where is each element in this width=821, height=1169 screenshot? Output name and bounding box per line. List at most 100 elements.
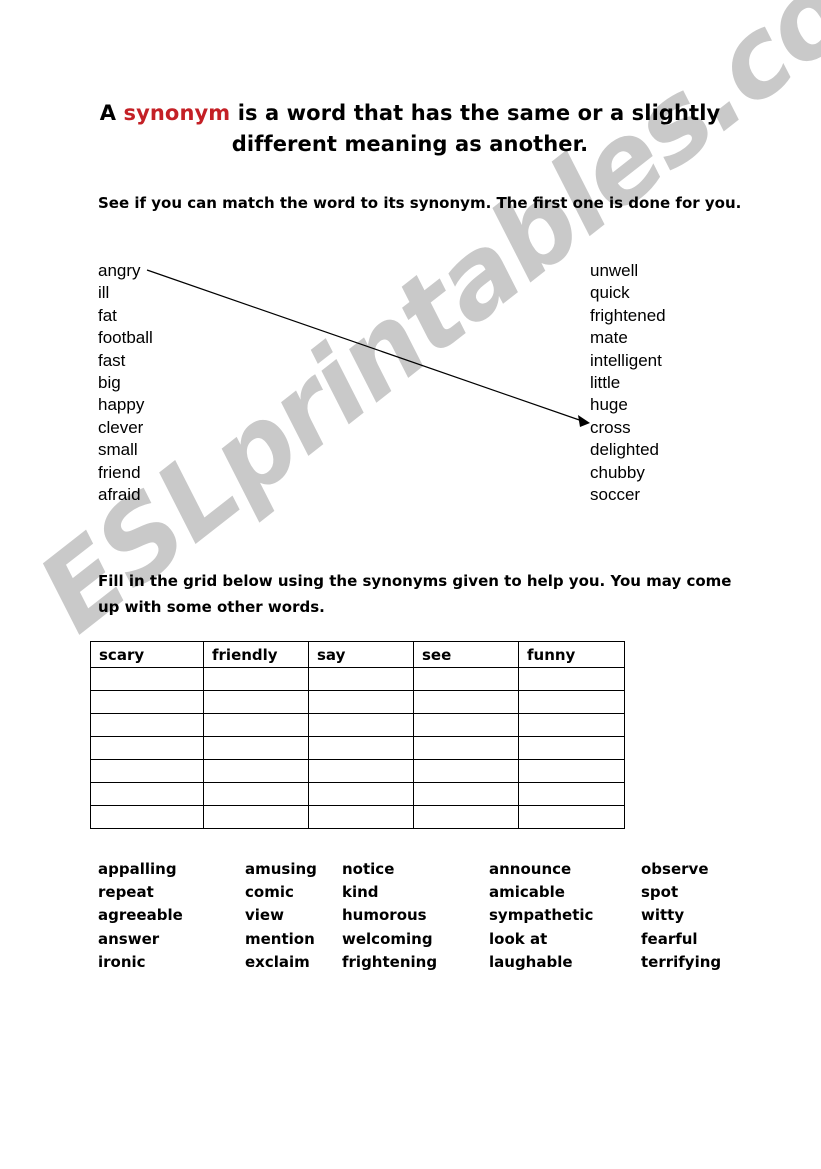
right-word[interactable]: frightened bbox=[590, 305, 666, 327]
instruction-grid-task: Fill in the grid below using the synonym… bbox=[98, 572, 732, 616]
grid-cell[interactable] bbox=[90, 667, 204, 691]
grid-row bbox=[90, 667, 625, 691]
word-bank-item[interactable]: exclaim bbox=[245, 951, 317, 974]
left-word[interactable]: fast bbox=[98, 350, 153, 372]
right-word[interactable]: delighted bbox=[590, 439, 666, 461]
grid-cell[interactable] bbox=[413, 759, 519, 783]
word-bank-column: notice kind humorous welcoming frighteni… bbox=[342, 858, 437, 974]
right-word[interactable]: soccer bbox=[590, 484, 666, 506]
word-bank-item[interactable]: fearful bbox=[641, 928, 721, 951]
word-bank-item[interactable]: repeat bbox=[98, 881, 183, 904]
left-word[interactable]: big bbox=[98, 372, 153, 394]
grid-cell[interactable] bbox=[90, 805, 204, 829]
grid-header-cell: friendly bbox=[203, 641, 309, 668]
word-bank-item[interactable]: notice bbox=[342, 858, 437, 881]
word-bank-item[interactable]: welcoming bbox=[342, 928, 437, 951]
grid-cell[interactable] bbox=[90, 713, 204, 737]
grid-cell[interactable] bbox=[413, 690, 519, 714]
right-word[interactable]: intelligent bbox=[590, 350, 666, 372]
grid-header-cell: funny bbox=[518, 641, 625, 668]
grid-header-cell: say bbox=[308, 641, 414, 668]
synonym-grid-wrapper: scary friendly say see funny bbox=[90, 641, 625, 829]
word-bank-item[interactable]: terrifying bbox=[641, 951, 721, 974]
grid-cell[interactable] bbox=[203, 759, 309, 783]
grid-cell[interactable] bbox=[203, 690, 309, 714]
grid-cell[interactable] bbox=[308, 805, 414, 829]
word-bank-column: announce amicable sympathetic look at la… bbox=[489, 858, 593, 974]
word-bank-item[interactable]: frightening bbox=[342, 951, 437, 974]
left-word[interactable]: friend bbox=[98, 462, 153, 484]
word-bank-item[interactable]: laughable bbox=[489, 951, 593, 974]
right-word[interactable]: little bbox=[590, 372, 666, 394]
grid-cell[interactable] bbox=[413, 713, 519, 737]
grid-cell[interactable] bbox=[90, 690, 204, 714]
grid-cell[interactable] bbox=[518, 713, 625, 737]
right-word[interactable]: cross bbox=[590, 417, 666, 439]
word-bank-item[interactable]: kind bbox=[342, 881, 437, 904]
grid-cell[interactable] bbox=[413, 805, 519, 829]
left-word[interactable]: happy bbox=[98, 394, 153, 416]
worksheet-content: A synonym is a word that has the same or… bbox=[0, 0, 821, 1169]
word-bank-item[interactable]: sympathetic bbox=[489, 904, 593, 927]
word-bank-item[interactable]: spot bbox=[641, 881, 721, 904]
grid-cell[interactable] bbox=[518, 690, 625, 714]
word-bank-item[interactable]: ironic bbox=[98, 951, 183, 974]
grid-row bbox=[90, 736, 625, 760]
connector-arrowhead bbox=[578, 415, 590, 427]
grid-cell[interactable] bbox=[203, 667, 309, 691]
grid-cell[interactable] bbox=[518, 805, 625, 829]
word-bank-item[interactable]: comic bbox=[245, 881, 317, 904]
word-bank-item[interactable]: witty bbox=[641, 904, 721, 927]
grid-cell[interactable] bbox=[203, 782, 309, 806]
left-word[interactable]: ill bbox=[98, 282, 153, 304]
grid-cell[interactable] bbox=[308, 667, 414, 691]
word-bank-item[interactable]: amusing bbox=[245, 858, 317, 881]
right-word[interactable]: mate bbox=[590, 327, 666, 349]
left-word[interactable]: afraid bbox=[98, 484, 153, 506]
grid-cell[interactable] bbox=[518, 736, 625, 760]
grid-cell[interactable] bbox=[203, 736, 309, 760]
left-word[interactable]: angry bbox=[98, 260, 153, 282]
left-word[interactable]: football bbox=[98, 327, 153, 349]
grid-cell[interactable] bbox=[518, 759, 625, 783]
grid-cell[interactable] bbox=[203, 805, 309, 829]
grid-cell[interactable] bbox=[308, 782, 414, 806]
grid-cell[interactable] bbox=[413, 782, 519, 806]
grid-cell[interactable] bbox=[413, 667, 519, 691]
grid-cell[interactable] bbox=[90, 782, 204, 806]
right-word[interactable]: quick bbox=[590, 282, 666, 304]
word-bank-item[interactable]: mention bbox=[245, 928, 317, 951]
grid-cell[interactable] bbox=[308, 759, 414, 783]
grid-row bbox=[90, 713, 625, 737]
grid-cell[interactable] bbox=[203, 713, 309, 737]
word-bank-item[interactable]: agreeable bbox=[98, 904, 183, 927]
left-word[interactable]: small bbox=[98, 439, 153, 461]
grid-row bbox=[90, 759, 625, 783]
word-bank-item[interactable]: announce bbox=[489, 858, 593, 881]
grid-cell[interactable] bbox=[90, 736, 204, 760]
word-bank-item[interactable]: answer bbox=[98, 928, 183, 951]
grid-cell[interactable] bbox=[413, 736, 519, 760]
right-word[interactable]: huge bbox=[590, 394, 666, 416]
word-bank-item[interactable]: look at bbox=[489, 928, 593, 951]
right-word[interactable]: chubby bbox=[590, 462, 666, 484]
worksheet-page: ESLprintables.com A synonym is a word th… bbox=[0, 0, 821, 1169]
grid-cell[interactable] bbox=[308, 690, 414, 714]
word-bank-item[interactable]: observe bbox=[641, 858, 721, 881]
word-bank-item[interactable]: amicable bbox=[489, 881, 593, 904]
word-bank-item[interactable]: appalling bbox=[98, 858, 183, 881]
title-prefix: A bbox=[99, 101, 124, 125]
right-word[interactable]: unwell bbox=[590, 260, 666, 282]
grid-cell[interactable] bbox=[308, 713, 414, 737]
word-bank-column: observe spot witty fearful terrifying bbox=[641, 858, 721, 974]
left-word[interactable]: fat bbox=[98, 305, 153, 327]
left-word[interactable]: clever bbox=[98, 417, 153, 439]
word-bank-item[interactable]: humorous bbox=[342, 904, 437, 927]
grid-header-row: scary friendly say see funny bbox=[90, 641, 625, 668]
match-left-column: angry ill fat football fast big happy cl… bbox=[98, 260, 153, 506]
word-bank-item[interactable]: view bbox=[245, 904, 317, 927]
grid-cell[interactable] bbox=[90, 759, 204, 783]
grid-cell[interactable] bbox=[308, 736, 414, 760]
grid-cell[interactable] bbox=[518, 782, 625, 806]
grid-cell[interactable] bbox=[518, 667, 625, 691]
